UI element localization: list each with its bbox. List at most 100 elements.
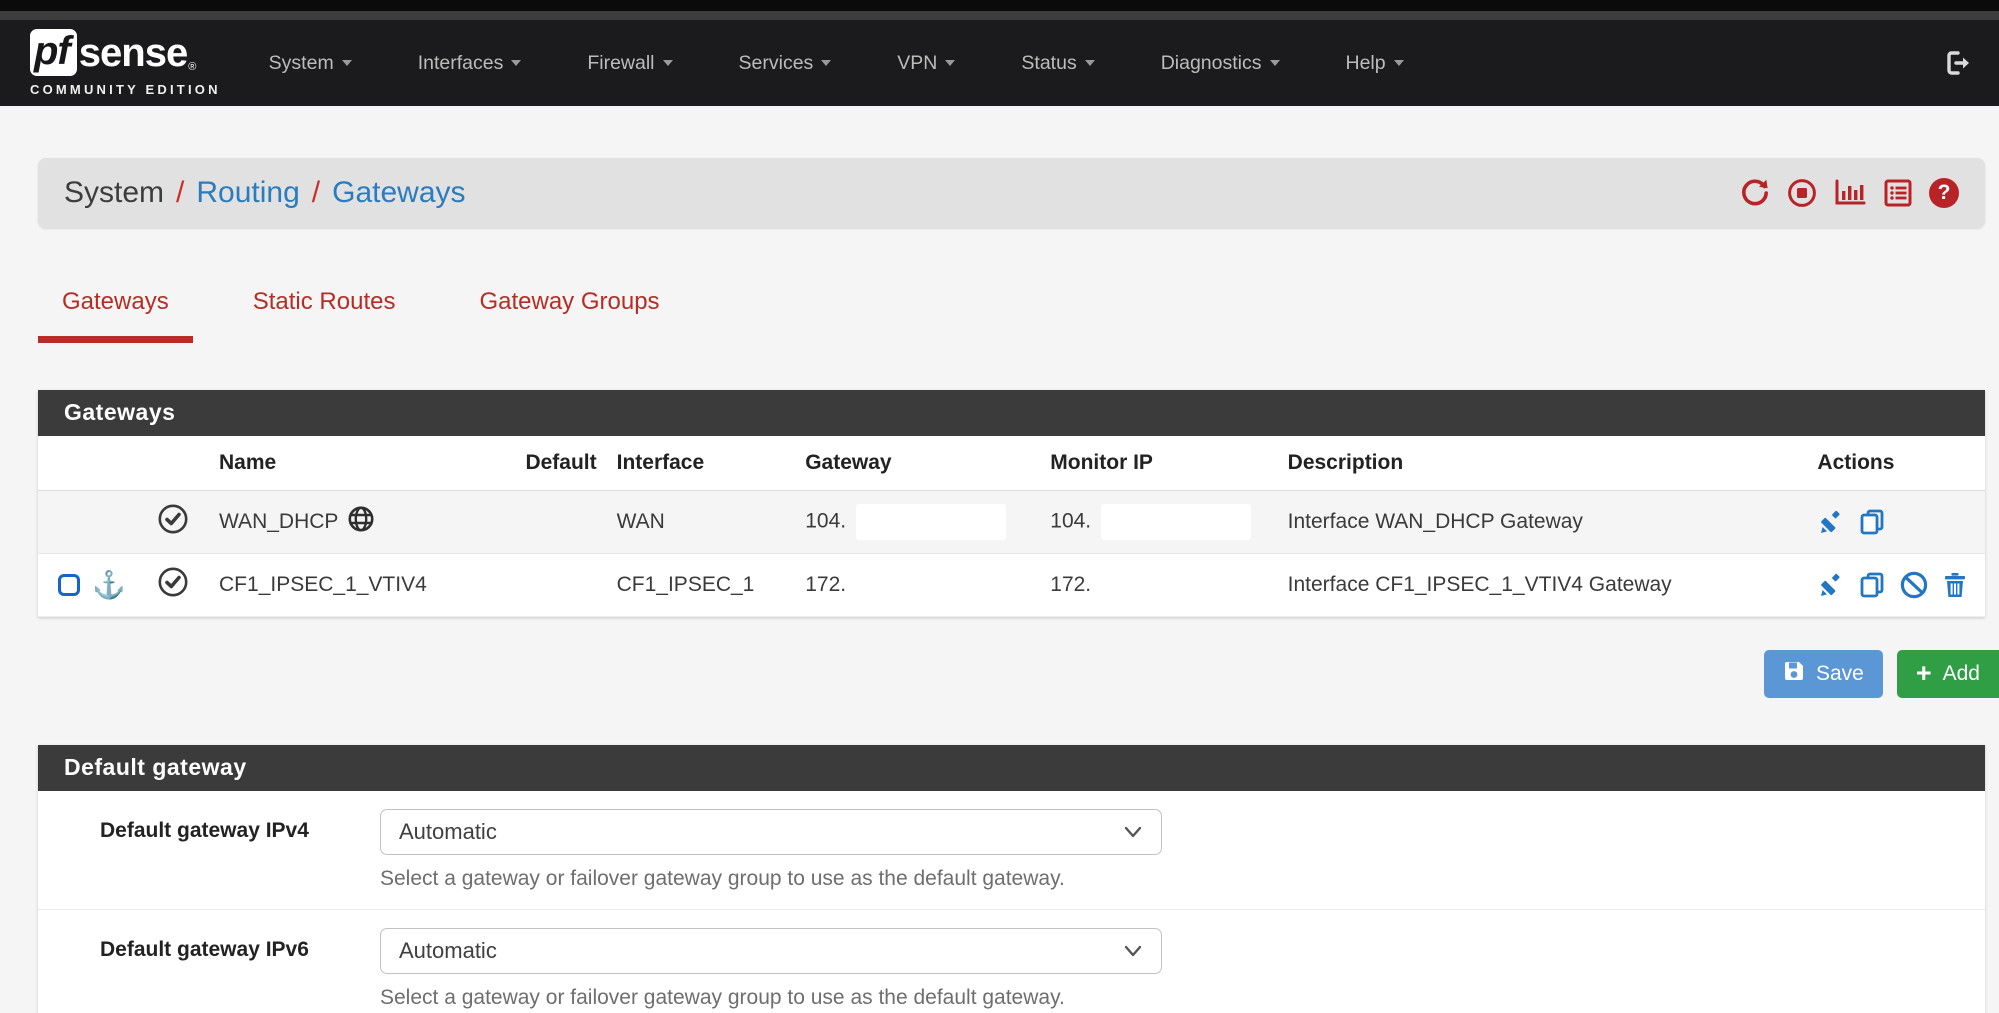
menu-services[interactable]: Services bbox=[739, 52, 832, 75]
default-gateway-ipv4-select[interactable]: Automatic bbox=[380, 809, 1162, 855]
refresh-icon[interactable] bbox=[1739, 177, 1771, 209]
row-status-cell bbox=[147, 554, 209, 617]
delete-icon[interactable] bbox=[1940, 570, 1970, 600]
top-navbar: pf sense ® COMMUNITY EDITION System Inte… bbox=[0, 20, 1999, 106]
disable-icon[interactable] bbox=[1899, 570, 1929, 600]
tab-gateway-groups[interactable]: Gateway Groups bbox=[455, 278, 683, 343]
chevron-down-icon bbox=[821, 60, 831, 66]
pfsense-logo[interactable]: pf sense ® COMMUNITY EDITION bbox=[30, 29, 221, 97]
default-gateway-ipv6-row: Default gateway IPv6 Automatic Select a … bbox=[38, 910, 1985, 1013]
breadcrumb-separator: / bbox=[176, 176, 184, 210]
gateway-ip: 104. bbox=[805, 510, 846, 533]
row-checkbox[interactable] bbox=[58, 574, 80, 596]
copy-icon[interactable] bbox=[1858, 507, 1888, 537]
chevron-down-icon bbox=[1123, 819, 1143, 845]
col-interface: Interface bbox=[607, 436, 796, 491]
tab-gateways[interactable]: Gateways bbox=[38, 278, 193, 343]
default-gateway-panel-title: Default gateway bbox=[38, 745, 1985, 791]
menu-firewall-label: Firewall bbox=[587, 52, 654, 75]
chart-bar-icon[interactable] bbox=[1833, 177, 1867, 209]
default-gateway-ipv4-value: Automatic bbox=[399, 819, 497, 845]
logo-registered-mark: ® bbox=[188, 62, 196, 73]
menu-system[interactable]: System bbox=[269, 52, 352, 75]
description-cell: Interface CF1_IPSEC_1_VTIV4 Gateway bbox=[1278, 554, 1776, 617]
logo-sense-text: sense bbox=[79, 33, 187, 73]
interface-cell: CF1_IPSEC_1 bbox=[607, 554, 796, 617]
menu-firewall[interactable]: Firewall bbox=[587, 52, 672, 75]
gateway-name: WAN_DHCP bbox=[219, 510, 338, 534]
menu-system-label: System bbox=[269, 52, 334, 75]
add-button[interactable]: + Add bbox=[1897, 650, 1999, 698]
gateway-ip-cell: 172. bbox=[795, 554, 1040, 617]
menu-diagnostics-label: Diagnostics bbox=[1161, 52, 1262, 75]
breadcrumb-system: System bbox=[64, 176, 164, 210]
monitor-ip-cell: 104. bbox=[1040, 491, 1277, 554]
menu-diagnostics[interactable]: Diagnostics bbox=[1161, 52, 1280, 75]
chevron-down-icon bbox=[663, 60, 673, 66]
globe-icon bbox=[347, 505, 375, 539]
breadcrumb: System / Routing / Gateways bbox=[38, 158, 1985, 228]
help-icon[interactable]: ? bbox=[1929, 178, 1959, 208]
chevron-down-icon bbox=[342, 60, 352, 66]
breadcrumb-routing-link[interactable]: Routing bbox=[196, 176, 299, 210]
stop-icon[interactable] bbox=[1786, 177, 1818, 209]
check-circle-icon bbox=[157, 517, 189, 540]
sign-out-icon[interactable] bbox=[1943, 48, 1973, 78]
monitor-ip-cell: 172. bbox=[1040, 554, 1277, 617]
chevron-down-icon bbox=[1270, 60, 1280, 66]
default-gateway-ipv6-value: Automatic bbox=[399, 938, 497, 964]
table-actions-row: Save + Add bbox=[38, 650, 1999, 698]
col-status bbox=[147, 436, 209, 491]
redaction-box bbox=[1101, 504, 1251, 540]
chevron-down-icon bbox=[1123, 938, 1143, 964]
default-gateway-ipv4-help: Select a gateway or failover gateway gro… bbox=[380, 867, 1985, 891]
edit-icon[interactable] bbox=[1817, 507, 1847, 537]
window-chrome-strip bbox=[0, 11, 1999, 20]
breadcrumb-gateways-link[interactable]: Gateways bbox=[332, 176, 465, 210]
logo-pf-text: pf bbox=[30, 29, 77, 76]
window-top-strip bbox=[0, 0, 1999, 11]
menu-interfaces[interactable]: Interfaces bbox=[418, 52, 522, 75]
table-row: WAN_DHCP WAN 104. 104. Interface bbox=[38, 491, 1985, 554]
col-select bbox=[38, 436, 147, 491]
save-button[interactable]: Save bbox=[1764, 650, 1883, 698]
col-gateway: Gateway bbox=[795, 436, 1040, 491]
edit-icon[interactable] bbox=[1817, 570, 1847, 600]
default-gateway-panel: Default gateway Default gateway IPv4 Aut… bbox=[38, 745, 1985, 1013]
breadcrumb-separator: / bbox=[312, 176, 320, 210]
default-cell bbox=[515, 491, 606, 554]
description-cell: Interface WAN_DHCP Gateway bbox=[1278, 491, 1776, 554]
menu-help-label: Help bbox=[1346, 52, 1386, 75]
help-question-glyph: ? bbox=[1929, 178, 1959, 208]
default-gateway-ipv6-select[interactable]: Automatic bbox=[380, 928, 1162, 974]
default-gateway-ipv4-label: Default gateway IPv4 bbox=[38, 809, 380, 891]
menu-help[interactable]: Help bbox=[1346, 52, 1404, 75]
col-default: Default bbox=[515, 436, 606, 491]
col-name: Name bbox=[209, 436, 515, 491]
add-button-label: Add bbox=[1943, 662, 1980, 686]
logo-edition-text: COMMUNITY EDITION bbox=[30, 82, 221, 97]
redaction-box bbox=[856, 504, 1006, 540]
save-icon bbox=[1783, 660, 1805, 688]
row-select-cell bbox=[38, 491, 147, 554]
gateways-table: Name Default Interface Gateway Monitor I… bbox=[38, 436, 1985, 617]
actions-cell bbox=[1775, 554, 1985, 617]
menu-vpn[interactable]: VPN bbox=[897, 52, 955, 75]
chevron-down-icon bbox=[1085, 60, 1095, 66]
row-status-cell bbox=[147, 491, 209, 554]
menu-interfaces-label: Interfaces bbox=[418, 52, 504, 75]
table-row: ⚓ CF1_IPSEC_1_VTIV4 CF1_IPSEC_1 172. 172… bbox=[38, 554, 1985, 617]
menu-status[interactable]: Status bbox=[1021, 52, 1094, 75]
col-monitor-ip: Monitor IP bbox=[1040, 436, 1277, 491]
check-circle-icon bbox=[157, 580, 189, 603]
anchor-icon: ⚓ bbox=[92, 570, 126, 600]
copy-icon[interactable] bbox=[1858, 570, 1888, 600]
default-gateway-ipv6-help: Select a gateway or failover gateway gro… bbox=[380, 986, 1985, 1010]
menu-status-label: Status bbox=[1021, 52, 1076, 75]
tab-static-routes[interactable]: Static Routes bbox=[229, 278, 420, 343]
plus-icon: + bbox=[1916, 663, 1932, 685]
log-list-icon[interactable] bbox=[1882, 177, 1914, 209]
col-description: Description bbox=[1278, 436, 1776, 491]
gateways-panel: Gateways Name Default Interface Gateway … bbox=[38, 390, 1985, 617]
main-menu: System Interfaces Firewall Services VPN … bbox=[269, 52, 1404, 75]
